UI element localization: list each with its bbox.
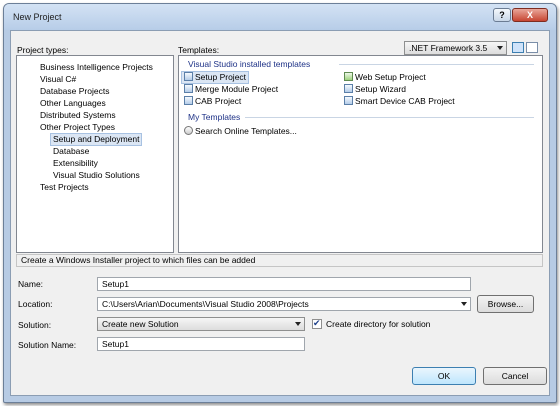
tree-item[interactable]: Distributed Systems [40,110,116,121]
template-setup-project[interactable]: Setup Project [181,71,250,84]
tree-item[interactable]: Business Intelligence Projects [40,62,153,73]
group-divider [339,64,534,65]
name-input[interactable]: Setup1 [97,277,471,291]
close-icon: X [526,10,533,20]
templates-list[interactable]: Visual Studio installed templates Setup … [178,55,543,253]
location-value: C:\Users\Arian\Documents\Visual Studio 2… [102,299,309,309]
installed-templates-header: Visual Studio installed templates [188,59,311,69]
solution-name-label: Solution Name: [18,340,77,350]
project-types-label: Project types: [17,45,69,55]
tree-item[interactable]: Visual Studio Solutions [53,170,140,181]
create-directory-checkbox[interactable] [312,318,322,329]
solution-label: Solution: [18,320,52,330]
template-cab-project[interactable]: CAB Project [184,96,241,107]
create-directory-label: Create directory for solution [326,319,431,329]
framework-value: .NET Framework 3.5 [409,43,488,53]
help-button[interactable]: ? [493,8,511,22]
chevron-down-icon [497,46,503,50]
dialog-body: Project types: Templates: .NET Framework… [10,30,550,396]
browse-button[interactable]: Browse... [477,295,534,313]
name-label: Name: [18,279,44,289]
ok-button[interactable]: OK [412,367,476,385]
tree-item[interactable]: Test Projects [40,182,89,193]
setup-wizard-icon [344,84,353,93]
cab-project-icon [184,96,193,105]
template-web-setup-project[interactable]: Web Setup Project [344,72,426,83]
tree-item-selected[interactable]: Setup and Deployment [50,133,143,146]
tree-item[interactable]: Other Project Types [40,122,115,133]
my-templates-header: My Templates [188,112,241,122]
tree-item[interactable]: Visual C# [40,74,76,85]
window-title: New Project [13,12,62,22]
close-button[interactable]: X [512,8,548,22]
new-project-dialog: New Project ? X Project types: Templates… [3,3,557,403]
cancel-button[interactable]: Cancel [483,367,547,385]
template-search-online[interactable]: Search Online Templates... [184,126,297,137]
setup-project-icon [184,72,193,81]
solution-dropdown[interactable]: Create new Solution [97,317,305,331]
template-merge-module-project[interactable]: Merge Module Project [184,84,278,95]
template-description: Create a Windows Installer project to wh… [16,254,543,267]
merge-module-icon [184,84,193,93]
group-divider [245,117,534,118]
search-online-icon [184,126,193,135]
solution-value: Create new Solution [102,319,179,329]
tree-item[interactable]: Database Projects [40,86,109,97]
chevron-down-icon [295,322,301,326]
framework-dropdown[interactable]: .NET Framework 3.5 [404,41,507,55]
templates-label: Templates: [178,45,220,55]
project-types-tree[interactable]: Business Intelligence Projects Visual C#… [16,55,174,253]
title-bar[interactable]: New Project ? X [4,4,556,30]
solution-name-input[interactable]: Setup1 [97,337,305,351]
template-smart-device-cab-project[interactable]: Smart Device CAB Project [344,96,455,107]
large-icons-view-icon[interactable] [512,42,524,53]
tree-item[interactable]: Database [53,146,89,157]
location-label: Location: [18,299,53,309]
tree-item[interactable]: Other Languages [40,98,106,109]
small-icons-view-icon[interactable] [526,42,538,53]
web-setup-project-icon [344,72,353,81]
chevron-down-icon [461,302,467,306]
smart-device-cab-icon [344,96,353,105]
template-setup-wizard[interactable]: Setup Wizard [344,84,406,95]
help-icon: ? [499,10,505,20]
location-input[interactable]: C:\Users\Arian\Documents\Visual Studio 2… [97,297,471,311]
tree-item[interactable]: Extensibility [53,158,98,169]
